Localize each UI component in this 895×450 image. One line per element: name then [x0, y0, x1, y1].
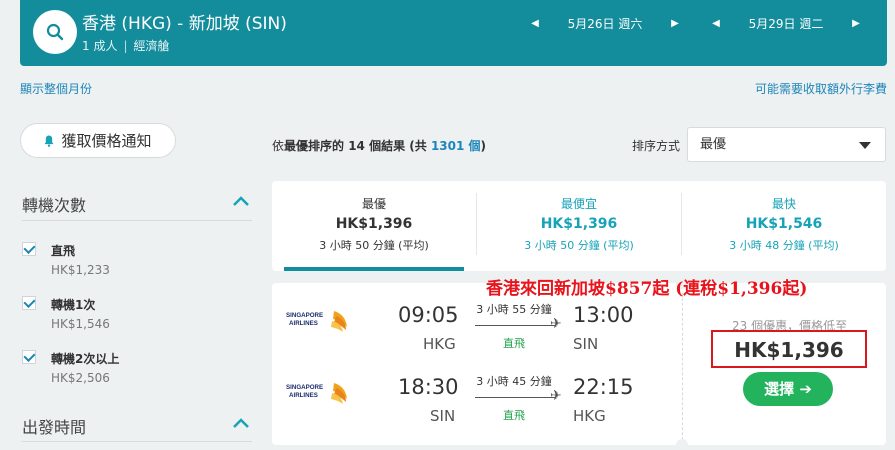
airline-logo-line-2: AIRLINES: [289, 392, 318, 399]
divider: |: [123, 39, 128, 53]
results-count-text: 排序的 14 個結果 (共: [308, 139, 431, 153]
prev-return-date-icon[interactable]: ◀: [706, 18, 726, 29]
caret-down-icon: [859, 142, 871, 149]
stops-label: 直飛: [503, 409, 525, 422]
checkbox[interactable]: [22, 242, 36, 256]
stops-label: 直飛: [503, 337, 525, 350]
results-sort-name: 最優: [284, 139, 309, 153]
airline-logo-line-1: SINGAPORE: [286, 312, 323, 319]
show-month-link[interactable]: 顯示整個月份: [20, 80, 92, 97]
option-price: HK$2,506: [51, 371, 110, 385]
search-button[interactable]: [33, 10, 77, 54]
divider: [22, 441, 252, 442]
option-price: HK$1,546: [51, 317, 110, 331]
results-total: 1301 個: [430, 139, 481, 153]
flight-duration: 3 小時 55 分鐘: [476, 303, 552, 316]
airline-logo-line-1: SINGAPORE: [286, 384, 323, 391]
sort-label: 排序方式: [632, 139, 681, 153]
route-line: [475, 397, 555, 398]
plane-icon: ✈: [550, 388, 562, 404]
departure-time-filter-title[interactable]: 出發時間: [22, 414, 86, 438]
search-summary-bar: 香港 (HKG) - 新加坡 (SIN) 1 成人 | 經濟艙 ◀ 5月26日 週六…: [20, 0, 887, 66]
depart-airport: HKG: [423, 335, 456, 353]
arrive-airport: HKG: [573, 407, 606, 425]
arrive-time: 22:15: [573, 375, 634, 399]
depart-time: 18:30: [398, 375, 459, 399]
flight-duration: 3 小時 45 分鐘: [476, 375, 552, 388]
select-flight-button[interactable]: 選擇 ➔: [743, 372, 833, 406]
tab-fastest[interactable]: 最快 HK$1,546 3 小時 48 分鐘 (平均): [682, 181, 886, 271]
depart-time: 09:05: [398, 303, 459, 327]
baggage-fees-link[interactable]: 可能需要收取額外行李費: [755, 80, 887, 97]
sort-tabs: 最優 HK$1,396 3 小時 50 分鐘 (平均) 最便宜 HK$1,396…: [272, 181, 886, 271]
route-title[interactable]: 香港 (HKG) - 新加坡 (SIN): [82, 9, 287, 34]
stops-filter-title[interactable]: 轉機次數: [22, 192, 86, 216]
passenger-cabin-summary[interactable]: 1 成人 | 經濟艙: [82, 37, 170, 54]
depart-date[interactable]: 5月26日 週六: [545, 15, 665, 32]
passenger-count: 1 成人: [82, 39, 118, 53]
depart-date-picker: ◀ 5月26日 週六 ▶: [525, 0, 685, 46]
divider: [22, 220, 252, 221]
tab-price: HK$1,396: [335, 216, 413, 232]
airline-logo-line-2: AIRLINES: [289, 320, 318, 327]
outbound-leg: SINGAPORE AIRLINES 09:05 HKG 3 小時 55 分鐘 …: [272, 297, 682, 357]
return-date-picker: ◀ 5月29日 週二 ▶: [706, 0, 866, 46]
highlighted-price-box: HK$1,396: [711, 330, 867, 368]
tab-title: 最快: [771, 197, 796, 211]
price-alert-label: 獲取價格通知: [61, 132, 152, 150]
prev-depart-date-icon[interactable]: ◀: [525, 18, 545, 29]
next-return-date-icon[interactable]: ▶: [846, 18, 866, 29]
active-tab-indicator: [284, 267, 464, 271]
option-label: 轉機1次: [51, 298, 96, 312]
return-date[interactable]: 5月29日 週二: [726, 15, 846, 32]
depart-airport: SIN: [430, 407, 456, 425]
airline-logo: SINGAPORE AIRLINES: [286, 383, 347, 404]
results-count: 依最優排序的 14 個結果 (共 1301 個): [272, 137, 486, 154]
card-notch: [676, 439, 688, 450]
checkbox[interactable]: [22, 350, 36, 364]
chevron-up-icon[interactable]: [232, 195, 250, 207]
route-line: [475, 325, 555, 326]
cabin-class: 經濟艙: [133, 39, 170, 53]
tab-title: 最優: [361, 197, 386, 211]
price-alert-button[interactable]: 獲取價格通知: [20, 123, 176, 158]
tab-title: 最便宜: [560, 197, 597, 211]
tab-cheapest[interactable]: 最便宜 HK$1,396 3 小時 50 分鐘 (平均): [477, 181, 681, 271]
option-label: 直飛: [51, 244, 76, 258]
next-depart-date-icon[interactable]: ▶: [665, 18, 685, 29]
tab-duration: 3 小時 50 分鐘 (平均): [319, 239, 429, 252]
sort-dropdown[interactable]: 最優: [687, 127, 886, 162]
tab-price: HK$1,546: [745, 216, 823, 232]
divider: [682, 293, 683, 445]
flight-result-card[interactable]: SINGAPORE AIRLINES 09:05 HKG 3 小時 55 分鐘 …: [272, 277, 886, 450]
tab-duration: 3 小時 48 分鐘 (平均): [729, 239, 839, 252]
chevron-up-icon[interactable]: [232, 417, 250, 429]
arrive-time: 13:00: [573, 303, 634, 327]
promo-annotation: 香港來回新加坡$857起 (連稅$1,396起): [486, 279, 808, 299]
sort-value: 最優: [700, 137, 727, 152]
tab-duration: 3 小時 50 分鐘 (平均): [524, 239, 634, 252]
plane-icon: ✈: [550, 316, 562, 332]
bell-icon: [44, 135, 55, 147]
results-prefix: 依: [272, 139, 285, 153]
search-icon: [46, 23, 64, 41]
results-suffix: ): [480, 139, 486, 153]
tab-price: HK$1,396: [540, 216, 618, 232]
tab-best[interactable]: 最優 HK$1,396 3 小時 50 分鐘 (平均): [272, 181, 476, 271]
option-label: 轉機2次以上: [51, 352, 120, 366]
arrive-airport: SIN: [573, 335, 599, 353]
option-price: HK$1,233: [51, 263, 110, 277]
airline-logo: SINGAPORE AIRLINES: [286, 311, 347, 332]
inbound-leg: SINGAPORE AIRLINES 18:30 SIN 3 小時 45 分鐘 …: [272, 369, 682, 429]
checkbox[interactable]: [22, 296, 36, 310]
flight-price: HK$1,396: [734, 338, 844, 362]
